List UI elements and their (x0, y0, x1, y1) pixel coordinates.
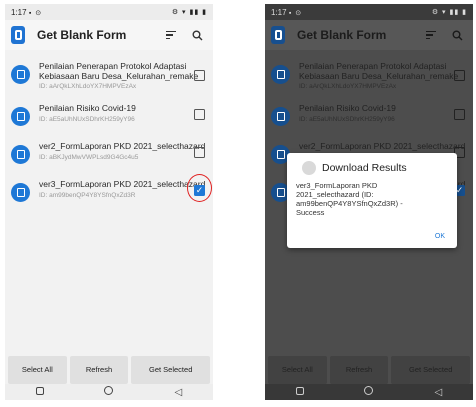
notification-icons: ▪ ⊙ (28, 9, 43, 17)
download-results-dialog: Download Results ver3_FormLaporan PKD 20… (287, 153, 457, 248)
form-name: Penilaian Risiko Covid-19 (39, 103, 136, 113)
form-icon (11, 107, 30, 126)
signal-battery-icons: ⚙ ▾ ▮▮ ▮ (171, 9, 207, 16)
sort-icon[interactable] (421, 25, 441, 45)
app-logo-icon (271, 26, 285, 44)
home-icon[interactable] (99, 386, 119, 398)
action-bar: Select All Refresh Get Selected (265, 356, 473, 384)
form-name: Penilaian Penerapan Protokol Adaptasi Ke… (299, 61, 459, 81)
dialog-message: ver3_FormLaporan PKD 2021_selecthazard (… (296, 181, 403, 217)
refresh-button[interactable]: Refresh (69, 356, 129, 384)
app-bar: Get Blank Form (265, 20, 473, 50)
select-all-button[interactable]: Select All (8, 356, 67, 384)
highlight-circle (187, 174, 212, 202)
recents-icon[interactable] (290, 386, 310, 398)
ok-button[interactable]: OK (435, 233, 445, 240)
phone-screen-form-list: 1:17 ▪ ⊙ ⚙ ▾ ▮▮ ▮ Get Blank Form Penilai… (5, 4, 213, 400)
refresh-button[interactable]: Refresh (329, 356, 389, 384)
status-bar: 1:17 ▪ ⊙ ⚙ ▾ ▮▮ ▮ (265, 4, 473, 20)
form-checkbox[interactable] (454, 109, 465, 120)
form-list: Penilaian Penerapan Protokol Adaptasi Ke… (5, 61, 213, 202)
form-name: Penilaian Penerapan Protokol Adaptasi Ke… (39, 61, 199, 81)
form-name: ver3_FormLaporan PKD 2021_selecthazard (39, 179, 206, 189)
list-item[interactable]: Penilaian Risiko Covid-19 ID: aE5aUhNUxS… (5, 103, 213, 126)
status-time: 1:17 (271, 7, 287, 17)
app-bar: Get Blank Form (5, 20, 213, 50)
search-icon[interactable] (187, 25, 207, 45)
phone-screen-download-dialog: 1:17 ▪ ⊙ ⚙ ▾ ▮▮ ▮ Get Blank Form Penilai… (265, 4, 473, 400)
list-item[interactable]: ver3_FormLaporan PKD 2021_selecthazard I… (5, 174, 213, 202)
form-checkbox[interactable] (194, 70, 205, 81)
form-name: ver2_FormLaporan PKD 2021_selecthazard (299, 141, 466, 151)
back-icon[interactable]: ◁ (168, 387, 188, 398)
list-item[interactable]: Penilaian Penerapan Protokol Adaptasi Ke… (5, 61, 213, 90)
get-selected-button[interactable]: Get Selected (391, 356, 471, 384)
list-item[interactable]: ver2_FormLaporan PKD 2021_selecthazard I… (5, 141, 213, 164)
sort-icon[interactable] (161, 25, 181, 45)
app-logo-icon (11, 26, 25, 44)
form-checkbox[interactable] (194, 109, 205, 120)
status-time: 1:17 (11, 7, 27, 17)
form-name: ver2_FormLaporan PKD 2021_selecthazard (39, 141, 206, 151)
form-icon (271, 107, 290, 126)
list-item[interactable]: Penilaian Risiko Covid-19 ID: aE5aUhNUxS… (265, 103, 473, 126)
form-id: ID: aBKJydMwVWPLsd9G4Gc4u5 (39, 153, 139, 161)
form-id: ID: am99benQP4Y8YSfnQxZd3R (39, 191, 136, 199)
recents-icon[interactable] (30, 386, 50, 398)
form-id: ID: aE5aUhNUxSDhrKH259yY96 (39, 115, 135, 123)
form-icon (271, 65, 290, 84)
select-all-button[interactable]: Select All (268, 356, 327, 384)
form-icon (11, 145, 30, 164)
form-id: ID: aArQkLXhLdoYX7HMPVEzAx (39, 83, 137, 90)
signal-battery-icons: ⚙ ▾ ▮▮ ▮ (431, 9, 467, 16)
page-title: Get Blank Form (297, 28, 387, 42)
back-icon[interactable]: ◁ (428, 387, 448, 398)
form-name: Penilaian Risiko Covid-19 (299, 103, 396, 113)
home-icon[interactable] (359, 386, 379, 398)
form-icon (11, 183, 30, 202)
get-selected-button[interactable]: Get Selected (131, 356, 211, 384)
page-title: Get Blank Form (37, 28, 127, 42)
form-id: ID: aE5aUhNUxSDhrKH259yY96 (299, 115, 395, 123)
form-id: ID: aArQkLXhLdoYX7HMPVEzAx (299, 83, 397, 90)
dialog-title: Download Results (322, 162, 407, 174)
system-nav-bar: ◁ (5, 384, 213, 400)
info-icon (302, 161, 316, 175)
form-checkbox[interactable] (454, 70, 465, 81)
status-bar: 1:17 ▪ ⊙ ⚙ ▾ ▮▮ ▮ (5, 4, 213, 20)
form-checkbox[interactable] (194, 147, 205, 158)
notification-icons: ▪ ⊙ (288, 9, 303, 17)
action-bar: Select All Refresh Get Selected (5, 356, 213, 384)
form-icon (11, 65, 30, 84)
search-icon[interactable] (447, 25, 467, 45)
system-nav-bar: ◁ (265, 384, 473, 400)
list-item[interactable]: Penilaian Penerapan Protokol Adaptasi Ke… (265, 61, 473, 90)
